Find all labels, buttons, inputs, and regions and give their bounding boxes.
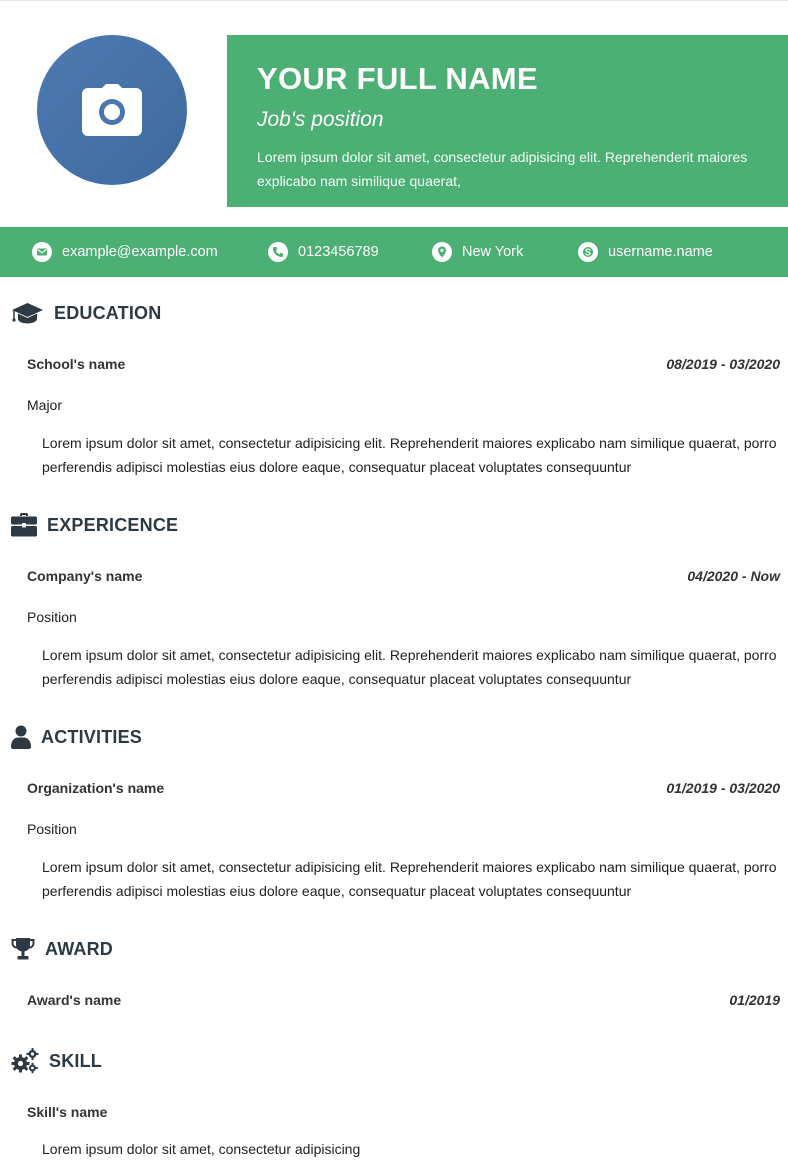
activities-title: ACTIVITIES [41,726,143,747]
phone-icon [268,242,288,262]
award-heading: AWARD [11,935,113,963]
education-date: 08/2019 - 03/2020 [666,356,780,372]
user-icon [11,725,31,749]
top-divider [0,0,788,1]
education-major: Major [27,397,63,413]
award-name: Award's name [27,992,122,1008]
full-name: YOUR FULL NAME [257,61,538,96]
graduation-cap-icon [12,303,43,324]
experience-description: Lorem ipsum dolor sit amet, consectetur … [42,647,777,687]
skill-title: SKILL [49,1050,102,1071]
award-title: AWARD [45,938,113,959]
map-marker-icon [432,242,452,262]
activities-heading: ACTIVITIES [11,723,142,751]
envelope-icon [32,242,52,262]
email-text: example@example.com [62,244,218,260]
briefcase-icon [11,513,37,537]
camera-icon [82,84,142,136]
skype-text: username.name [608,244,713,260]
gears-icon [11,1048,39,1074]
contact-email[interactable]: example@example.com [32,227,218,277]
activities-date: 01/2019 - 03/2020 [666,780,780,796]
education-heading: EDUCATION [11,299,161,327]
avatar[interactable] [37,35,187,185]
organization-name: Organization's name [27,780,165,796]
activities-description: Lorem ipsum dolor sit amet, consectetur … [42,859,777,899]
contact-phone[interactable]: 0123456789 [268,227,379,277]
header-summary: Lorem ipsum dolor sit amet, consectetur … [257,149,748,189]
trophy-icon [11,938,35,960]
skype-icon [578,242,598,262]
education-title: EDUCATION [54,302,162,323]
experience-date: 04/2020 - Now [687,568,780,584]
job-position: Job's position [257,108,384,131]
contact-bar: example@example.com 0123456789 New York … [0,227,788,277]
contact-location[interactable]: New York [432,227,523,277]
skill-name: Skill's name [27,1104,108,1120]
location-text: New York [462,244,524,260]
skill-heading: SKILL [11,1047,102,1075]
header-panel: YOUR FULL NAME Job's position Lorem ipsu… [227,35,788,207]
experience-position: Position [27,609,77,625]
experience-heading: EXPERICENCE [11,511,178,539]
award-date: 01/2019 [729,992,780,1008]
school-name: School's name [27,356,126,372]
activities-position: Position [27,821,77,837]
phone-text: 0123456789 [298,244,379,260]
company-name: Company's name [27,568,143,584]
experience-title: EXPERICENCE [47,514,179,535]
skill-description: Lorem ipsum dolor sit amet, consectetur … [42,1141,361,1157]
contact-skype[interactable]: username.name [578,227,713,277]
education-description: Lorem ipsum dolor sit amet, consectetur … [42,435,777,475]
